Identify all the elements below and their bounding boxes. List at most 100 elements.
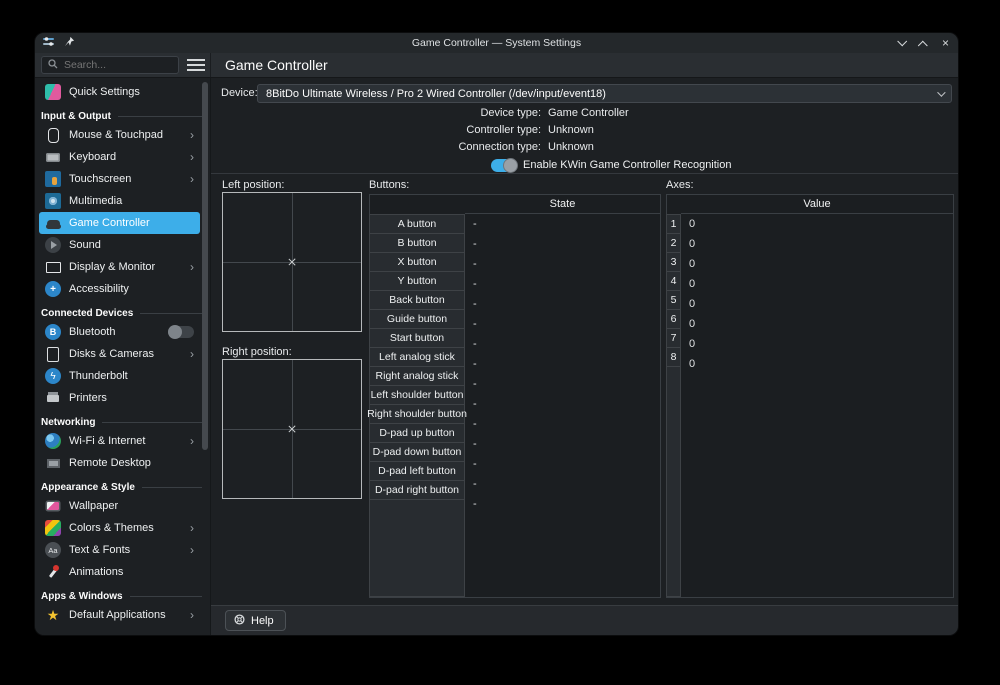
axis-index-cell: 3 [666, 252, 681, 272]
sidebar-scrollbar[interactable] [202, 82, 208, 450]
pin-icon[interactable] [64, 36, 75, 50]
search-field[interactable] [62, 58, 172, 72]
sidebar-item-label: Multimedia [69, 195, 122, 207]
sidebar-item-multimedia[interactable]: Multimedia [39, 190, 200, 212]
sidebar-item-disks[interactable]: Disks & Cameras› [39, 343, 200, 365]
section-divider [142, 487, 202, 488]
axis-value-cell: 0 [681, 274, 953, 294]
sidebar-item-keyboard[interactable]: Keyboard › [39, 146, 200, 168]
sidebar-item-animations[interactable]: Animations [39, 561, 200, 583]
sidebar-item-label: Printers [69, 392, 107, 404]
sidebar-item-label: Text & Fonts [69, 544, 130, 556]
maximize-icon[interactable] [918, 40, 928, 50]
buttons-table: State A buttonB buttonX buttonY buttonBa… [369, 194, 661, 598]
animations-icon [45, 564, 61, 580]
display-icon [45, 259, 61, 275]
help-icon [234, 614, 245, 628]
buttons-label: Buttons: [369, 179, 409, 191]
sidebar-item-wallpaper[interactable]: Wallpaper [39, 495, 200, 517]
button-name-cell: X button [369, 252, 465, 272]
sidebar-item-accessibility[interactable]: Accessibility [39, 278, 200, 300]
bluetooth-toggle[interactable] [168, 326, 194, 338]
sidebar-item-sound[interactable]: Sound [39, 234, 200, 256]
chevron-right-icon: › [190, 435, 194, 447]
sidebar-item-remote-desktop[interactable]: Remote Desktop [39, 452, 200, 474]
axis-value-cell: 0 [681, 214, 953, 234]
sidebar: Quick Settings Input & Output Mouse & Touc… [35, 78, 210, 635]
axis-index-cell: 6 [666, 309, 681, 329]
page-title: Game Controller [225, 57, 328, 73]
sound-icon [45, 237, 61, 253]
sidebar-item-quick-settings[interactable]: Quick Settings [39, 81, 200, 103]
sidebar-item-label: Wi-Fi & Internet [69, 435, 145, 447]
sidebar-item-colors[interactable]: Colors & Themes› [39, 517, 200, 539]
touchscreen-icon [45, 171, 61, 187]
button-name-cell: D-pad up button [369, 423, 465, 443]
window-menu-icon[interactable] [43, 37, 55, 50]
left-position-label: Left position: [222, 179, 284, 191]
device-info-value: Unknown [548, 141, 594, 153]
button-name-cell: Right shoulder button [369, 404, 465, 424]
sidebar-item-label: Default Applications [69, 609, 166, 621]
printers-icon [45, 390, 61, 406]
sidebar-item-label: Keyboard [69, 151, 116, 163]
remote-desktop-icon [45, 455, 61, 471]
minimize-icon[interactable] [897, 36, 907, 46]
sidebar-item-label: Remote Desktop [69, 457, 151, 469]
device-combobox[interactable]: 8BitDo Ultimate Wireless / Pro 2 Wired C… [257, 84, 952, 103]
hamburger-menu-icon[interactable] [187, 59, 205, 71]
help-button[interactable]: Help [225, 610, 286, 631]
button-state-cell: - [465, 474, 660, 494]
footer: Help [211, 605, 958, 635]
close-icon[interactable]: × [942, 37, 949, 49]
button-state-cell: - [465, 494, 660, 514]
button-state-cell: - [465, 234, 660, 254]
disks-icon [45, 346, 61, 362]
sidebar-item-game-controller[interactable]: Game Controller [39, 212, 200, 234]
sidebar-item-mouse[interactable]: Mouse & Touchpad› [39, 124, 200, 146]
default-apps-icon [45, 607, 61, 623]
button-state-cell: - [465, 394, 660, 414]
mouse-icon [45, 127, 61, 143]
sidebar-section-header: Connected Devices [41, 300, 202, 321]
sidebar-item-bluetooth[interactable]: Bluetooth [39, 321, 200, 343]
empty-cell [666, 366, 681, 597]
button-state-cell: - [465, 354, 660, 374]
right-position-box [222, 359, 362, 499]
sidebar-item-label: Bluetooth [69, 326, 115, 338]
sidebar-item-label: Thunderbolt [69, 370, 128, 382]
sidebar-item-printers[interactable]: Printers [39, 387, 200, 409]
section-divider [130, 596, 202, 597]
button-state-cell: - [465, 414, 660, 434]
titlebar: Game Controller — System Settings × [35, 33, 958, 53]
sidebar-item-wifi[interactable]: Wi-Fi & Internet › [39, 430, 200, 452]
device-info-label: Controller type: [211, 124, 541, 136]
sidebar-item-display[interactable]: Display & Monitor› [39, 256, 200, 278]
sidebar-item-default-apps[interactable]: Default Applications› [39, 604, 200, 626]
sidebar-item-fonts[interactable]: Text & Fonts› [39, 539, 200, 561]
sidebar-section-header: Appearance & Style [41, 474, 202, 495]
game-controller-page: Device: 8BitDo Ultimate Wireless / Pro 2… [211, 78, 958, 605]
axis-value-cell: 0 [681, 314, 953, 334]
sidebar-item-touchscreen[interactable]: Touchscreen› [39, 168, 200, 190]
button-name-cell: D-pad right button [369, 480, 465, 500]
axis-value-cell: 0 [681, 354, 953, 374]
right-position-label: Right position: [222, 346, 292, 358]
button-state-cell: - [465, 434, 660, 454]
chevron-right-icon: › [190, 151, 194, 163]
device-info-row: Controller type:Unknown [211, 124, 958, 141]
chevron-down-icon [937, 88, 945, 96]
sidebar-item-thunderbolt[interactable]: Thunderbolt [39, 365, 200, 387]
button-name-cell: Y button [369, 271, 465, 291]
sidebar-item-label: Accessibility [69, 283, 129, 295]
button-name-cell: D-pad down button [369, 442, 465, 462]
button-state-cell: - [465, 334, 660, 354]
button-state-cell: - [465, 454, 660, 474]
device-info-row: Connection type:Unknown [211, 141, 958, 158]
chevron-right-icon: › [190, 261, 194, 273]
kwin-recognition-toggle[interactable] [491, 159, 517, 172]
state-column-header: State [465, 195, 660, 214]
search-input[interactable] [41, 56, 179, 74]
left-stick-position-marker [288, 258, 297, 267]
sidebar-section-label: Input & Output [41, 111, 111, 122]
